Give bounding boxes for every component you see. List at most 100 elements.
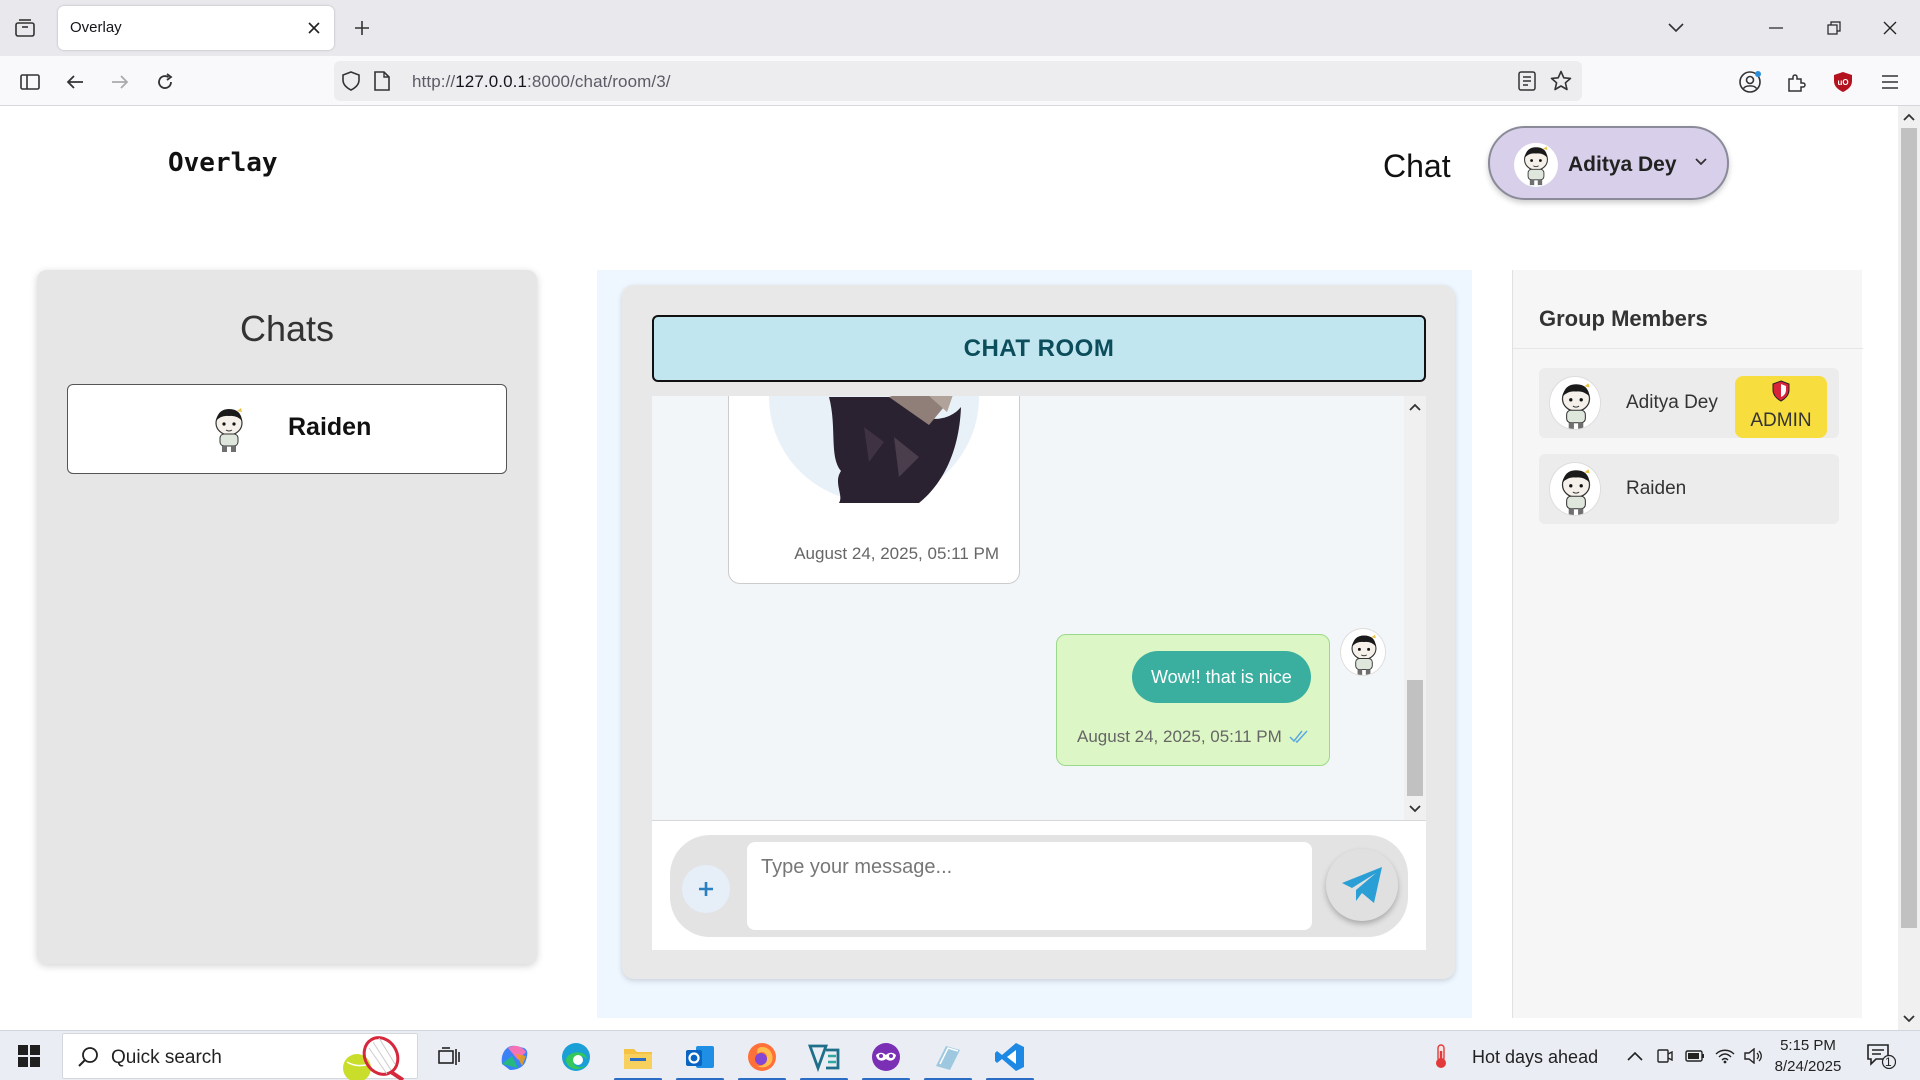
tab-list-icon[interactable] xyxy=(12,16,38,40)
send-icon xyxy=(1342,867,1382,903)
extensions-icon[interactable] xyxy=(1782,68,1810,96)
browser-nav-bar: http://127.0.0.1:8000/chat/room/3/ uO xyxy=(0,56,1920,106)
ublock-icon[interactable]: uO xyxy=(1829,68,1857,96)
page-icon[interactable] xyxy=(374,71,390,96)
firefox-icon[interactable] xyxy=(734,1036,790,1080)
browser-tab-bar: Overlay xyxy=(0,0,1920,56)
forward-icon[interactable] xyxy=(106,68,134,96)
svg-text:uO: uO xyxy=(1837,78,1848,87)
clock-date: 8/24/2025 xyxy=(1774,1058,1842,1075)
chat-room-section: CHAT ROOM August 24, 2025, 05:11 PM Wow!… xyxy=(597,270,1472,1018)
edge-icon[interactable] xyxy=(548,1036,604,1078)
vs-app-icon[interactable] xyxy=(796,1036,852,1080)
nav-chat-link[interactable]: Chat xyxy=(1383,148,1451,185)
camera-icon[interactable] xyxy=(1654,1045,1676,1067)
site-logo[interactable]: Overlay xyxy=(168,148,278,178)
url-prefix: http:// xyxy=(412,72,456,91)
member-name: Raiden xyxy=(1626,478,1687,499)
tab-title: Overlay xyxy=(70,19,122,36)
vscode-icon[interactable] xyxy=(982,1036,1038,1080)
shield-icon xyxy=(1772,380,1790,402)
minimize-icon[interactable] xyxy=(1762,14,1790,42)
account-icon[interactable] xyxy=(1736,68,1764,96)
search-icon xyxy=(78,1047,98,1067)
reader-view-icon[interactable] xyxy=(1518,71,1536,96)
chat-name: Raiden xyxy=(288,413,372,441)
taskbar-search[interactable]: Quick search xyxy=(62,1033,418,1080)
scroll-down-icon[interactable] xyxy=(1902,1012,1916,1026)
message-input[interactable] xyxy=(747,842,1312,930)
chat-list-item[interactable]: Raiden xyxy=(67,384,507,474)
battery-icon[interactable] xyxy=(1684,1045,1706,1067)
new-tab-icon[interactable] xyxy=(350,16,374,40)
scroll-up-icon[interactable] xyxy=(1902,110,1916,124)
tennis-racket-icon xyxy=(343,1036,405,1080)
url-path: :8000/chat/room/3/ xyxy=(527,72,671,91)
chats-sidebar: Chats Raiden xyxy=(37,270,537,964)
list-all-tabs-icon[interactable] xyxy=(1662,14,1690,42)
outlook-icon[interactable] xyxy=(672,1036,728,1080)
windows-start-icon[interactable] xyxy=(18,1045,40,1067)
member-avatar xyxy=(1549,376,1601,430)
scrollbar-thumb[interactable] xyxy=(1901,128,1917,928)
thermometer-icon xyxy=(1436,1044,1446,1068)
chat-avatar xyxy=(204,403,254,455)
volume-icon[interactable] xyxy=(1742,1045,1764,1067)
chevron-up-icon[interactable] xyxy=(1624,1045,1646,1067)
weather-text: Hot days ahead xyxy=(1472,1047,1599,1067)
attach-button[interactable] xyxy=(682,865,730,913)
group-members-title: Group Members xyxy=(1539,306,1708,331)
messages-scrollbar[interactable] xyxy=(1404,396,1426,820)
member-item[interactable]: Raiden xyxy=(1539,454,1839,524)
message-timestamp: August 24, 2025, 05:11 PM xyxy=(794,544,999,563)
url-host: 127.0.0.1 xyxy=(455,72,528,91)
page-scrollbar[interactable] xyxy=(1898,106,1920,1030)
menu-icon[interactable] xyxy=(1876,68,1904,96)
sent-message: Wow!! that is nice August 24, 2025, 05:1… xyxy=(1056,634,1330,766)
chevron-down-icon xyxy=(1695,158,1707,166)
page-viewport: Overlay Chat Aditya Dey Chats Raiden CHA… xyxy=(0,106,1898,1030)
reload-icon[interactable] xyxy=(151,68,179,96)
admin-badge-label: ADMIN xyxy=(1750,410,1812,431)
browser-tab-active[interactable]: Overlay xyxy=(58,6,334,50)
back-icon[interactable] xyxy=(61,68,89,96)
shield-icon[interactable] xyxy=(342,71,360,96)
file-explorer-icon[interactable] xyxy=(610,1036,666,1080)
member-avatar xyxy=(1549,462,1601,516)
message-list[interactable]: August 24, 2025, 05:11 PM Wow!! that is … xyxy=(652,396,1426,820)
message-composer xyxy=(670,835,1408,937)
bookmark-star-icon[interactable] xyxy=(1550,70,1572,97)
user-menu-button[interactable]: Aditya Dey xyxy=(1488,126,1729,200)
chat-room-title: CHAT ROOM xyxy=(652,315,1426,382)
close-tab-icon[interactable] xyxy=(304,18,324,38)
url-text[interactable]: http://127.0.0.1:8000/chat/room/3/ xyxy=(412,72,671,92)
message-image[interactable] xyxy=(769,396,979,503)
member-name: Aditya Dey xyxy=(1626,392,1718,413)
send-button[interactable] xyxy=(1326,849,1398,921)
sender-avatar xyxy=(1340,628,1386,676)
chats-title: Chats xyxy=(239,308,335,349)
taskbar: Quick search Hot days ahead 5:15 PM 8/24… xyxy=(0,1030,1920,1080)
scrollbar-thumb[interactable] xyxy=(1407,680,1423,796)
mask-app-icon[interactable] xyxy=(858,1036,914,1080)
restore-icon[interactable] xyxy=(1820,14,1848,42)
scroll-down-icon[interactable] xyxy=(1408,802,1422,816)
address-bar[interactable]: http://127.0.0.1:8000/chat/room/3/ xyxy=(334,61,1582,101)
taskbar-clock[interactable]: 5:15 PM 8/24/2025 xyxy=(1770,1035,1846,1077)
sidebar-toggle-icon[interactable] xyxy=(16,68,44,96)
user-name: Aditya Dey xyxy=(1568,153,1677,176)
weather-widget[interactable]: Hot days ahead xyxy=(1430,1043,1610,1069)
divider xyxy=(1513,348,1863,349)
wifi-icon[interactable] xyxy=(1714,1045,1736,1067)
message-text: Wow!! that is nice xyxy=(1132,651,1311,703)
task-view-icon[interactable] xyxy=(422,1036,478,1078)
notification-center-icon[interactable]: 1 xyxy=(1866,1043,1897,1070)
image-message: August 24, 2025, 05:11 PM xyxy=(728,396,1020,584)
scroll-up-icon[interactable] xyxy=(1408,400,1422,414)
composer-area xyxy=(652,820,1426,950)
notes-app-icon[interactable] xyxy=(920,1036,976,1080)
admin-badge: ADMIN xyxy=(1735,376,1827,438)
member-item[interactable]: Aditya Dey ADMIN xyxy=(1539,368,1839,438)
close-window-icon[interactable] xyxy=(1876,14,1904,42)
copilot-icon[interactable] xyxy=(486,1036,542,1078)
